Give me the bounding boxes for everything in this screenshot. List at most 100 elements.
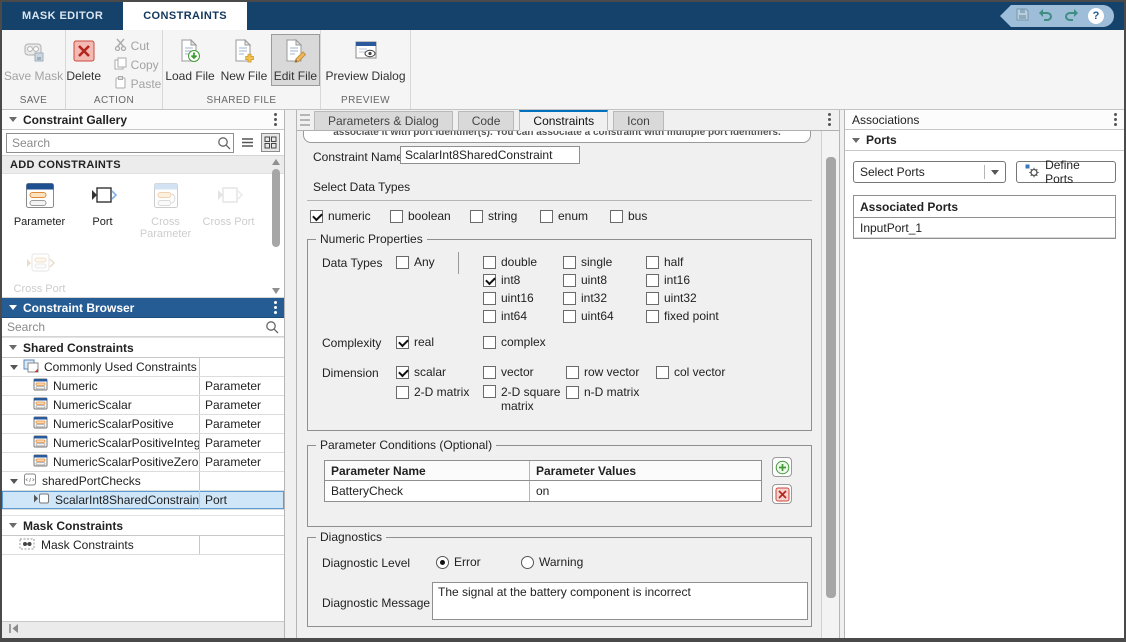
checkbox-2d-square-matrix[interactable]: 2-D square matrix xyxy=(483,385,579,413)
section-caret-icon[interactable] xyxy=(9,523,17,528)
tree-row-numeric[interactable]: Numeric Parameter xyxy=(2,377,284,396)
edit-file-button[interactable]: Edit File xyxy=(271,34,320,86)
delete-condition-button[interactable] xyxy=(772,484,792,504)
checkbox-boolean[interactable]: boolean xyxy=(390,209,451,223)
checkbox-complex[interactable]: complex xyxy=(483,335,546,349)
constraint-browser-header[interactable]: Constraint Browser xyxy=(2,298,284,318)
tab-menu-icon[interactable] xyxy=(828,113,831,126)
tree-row-numericscalarpositive[interactable]: NumericScalarPositive Parameter xyxy=(2,415,284,434)
cut-button[interactable]: Cut xyxy=(108,36,168,55)
add-condition-button[interactable] xyxy=(772,457,792,477)
new-file-button[interactable]: New File xyxy=(218,34,270,86)
checkbox-col-vector[interactable]: col vector xyxy=(656,365,725,379)
constraint-gallery-header[interactable]: Constraint Gallery xyxy=(2,110,284,130)
expand-caret-icon[interactable] xyxy=(10,365,18,370)
diagnostic-message-input[interactable]: The signal at the battery component is i… xyxy=(432,582,808,620)
tree-row-numericscalar[interactable]: NumericScalar Parameter xyxy=(2,396,284,415)
checkbox-numeric[interactable]: numeric xyxy=(310,209,371,223)
checkbox-vector[interactable]: vector xyxy=(483,365,534,379)
checkbox-int64[interactable]: int64 xyxy=(483,309,563,323)
checkbox-uint16[interactable]: uint16 xyxy=(483,291,563,305)
undo-icon[interactable] xyxy=(1038,8,1054,24)
gallery-search-input[interactable] xyxy=(6,133,234,153)
help-icon[interactable]: ? xyxy=(1088,8,1104,24)
preview-dialog-button[interactable]: Preview Dialog xyxy=(321,34,410,86)
checkbox-nd-matrix[interactable]: n-D matrix xyxy=(566,385,639,399)
collapse-caret-icon[interactable] xyxy=(9,305,17,310)
tab-icon[interactable]: Icon xyxy=(613,111,664,130)
constraint-name-input[interactable] xyxy=(400,146,580,164)
gallery-item-cross-port-2[interactable]: Cross Port xyxy=(8,249,71,295)
checkbox-string[interactable]: string xyxy=(470,209,517,223)
gallery-item-cross-port[interactable]: Cross Port xyxy=(197,182,260,241)
tab-mask-editor[interactable]: MASK EDITOR xyxy=(2,2,123,30)
gallery-scrollbar[interactable] xyxy=(270,159,282,294)
checkbox-int8[interactable]: int8 xyxy=(483,273,563,287)
checkbox-enum[interactable]: enum xyxy=(540,209,588,223)
checkbox-uint32[interactable]: uint32 xyxy=(646,291,756,305)
ports-section[interactable]: Ports xyxy=(845,130,1124,151)
checkbox-2d-matrix[interactable]: 2-D matrix xyxy=(396,385,469,399)
table-row[interactable]: BatteryCheck on xyxy=(325,481,761,501)
scroll-down-icon[interactable] xyxy=(272,288,280,294)
tree-row-sharedportchecks[interactable]: sharedPortChecks xyxy=(2,472,284,491)
radio-error[interactable]: Error xyxy=(436,555,481,569)
save-mask-button[interactable]: Save Mask xyxy=(2,34,65,86)
associated-port-row[interactable]: InputPort_1 xyxy=(854,218,1115,238)
tree-row-numericscalarpositiveinteger[interactable]: NumericScalarPositiveInteger Parameter xyxy=(2,434,284,453)
checkbox-uint64[interactable]: uint64 xyxy=(563,309,646,323)
expand-caret-icon[interactable] xyxy=(10,479,18,484)
section-caret-icon[interactable] xyxy=(9,345,17,350)
cell-parameter-values[interactable]: on xyxy=(530,481,761,501)
checkbox-bus[interactable]: bus xyxy=(610,209,647,223)
list-view-icon[interactable] xyxy=(238,133,257,152)
checkbox-any[interactable]: Any xyxy=(396,255,435,269)
tree-row-scalarint8sharedconstraint[interactable]: ScalarInt8SharedConstraint Port xyxy=(2,491,284,510)
section-caret-icon[interactable] xyxy=(852,138,860,143)
scroll-home-icon[interactable] xyxy=(8,623,20,637)
checkbox-int32[interactable]: int32 xyxy=(563,291,646,305)
checkbox-double[interactable]: double xyxy=(483,255,563,269)
delete-button[interactable]: Delete xyxy=(61,34,107,86)
checkbox-fixed-point[interactable]: fixed point xyxy=(646,309,756,323)
checkbox-int16[interactable]: int16 xyxy=(646,273,756,287)
shared-constraints-section[interactable]: Shared Constraints xyxy=(2,337,284,358)
panel-splitter[interactable] xyxy=(285,110,296,638)
select-ports-dropdown[interactable]: Select Ports xyxy=(853,161,1006,183)
define-ports-button[interactable]: Define Ports xyxy=(1016,161,1116,183)
checkbox-uint8[interactable]: uint8 xyxy=(563,273,646,287)
checkbox-scalar[interactable]: scalar xyxy=(396,365,446,379)
drag-grip-icon[interactable] xyxy=(300,114,310,126)
tree-row-numericscalarpositivezero[interactable]: NumericScalarPositiveZero Parameter xyxy=(2,453,284,472)
tab-code[interactable]: Code xyxy=(458,111,515,130)
browser-menu-icon[interactable] xyxy=(274,301,277,314)
grid-view-icon[interactable] xyxy=(261,133,280,152)
gallery-menu-icon[interactable] xyxy=(274,113,277,126)
paste-button[interactable]: Paste xyxy=(108,74,168,93)
cell-parameter-name[interactable]: BatteryCheck xyxy=(325,481,530,501)
scroll-up-icon[interactable] xyxy=(272,159,280,165)
mask-constraints-section[interactable]: Mask Constraints xyxy=(2,515,284,536)
checkbox-half[interactable]: half xyxy=(646,255,756,269)
left-horizontal-scrollbar[interactable] xyxy=(2,621,284,638)
scroll-thumb[interactable] xyxy=(826,157,836,598)
associations-menu-icon[interactable] xyxy=(1114,113,1117,126)
gallery-item-cross-parameter[interactable]: Cross Parameter xyxy=(134,182,197,241)
checkbox-row-vector[interactable]: row vector xyxy=(566,365,639,379)
checkbox-real[interactable]: real xyxy=(396,335,434,349)
tab-parameters-dialog[interactable]: Parameters & Dialog xyxy=(314,111,453,130)
radio-warning[interactable]: Warning xyxy=(521,555,583,569)
redo-icon[interactable] xyxy=(1063,8,1079,24)
gallery-item-port[interactable]: Port xyxy=(71,182,134,241)
tree-row-mask-constraints[interactable]: Mask Constraints xyxy=(2,536,284,555)
collapse-caret-icon[interactable] xyxy=(9,117,17,122)
scroll-thumb[interactable] xyxy=(272,169,280,247)
load-file-button[interactable]: Load File xyxy=(163,34,217,86)
browser-search-input[interactable] xyxy=(2,318,284,336)
checkbox-single[interactable]: single xyxy=(563,255,646,269)
tab-constraints[interactable]: CONSTRAINTS xyxy=(123,2,247,30)
tab-constraints-doc[interactable]: Constraints xyxy=(519,110,608,131)
copy-button[interactable]: Copy xyxy=(108,55,168,74)
gallery-item-parameter[interactable]: Parameter xyxy=(8,182,71,241)
tree-row-commonly-used[interactable]: Commonly Used Constraints (R... xyxy=(2,358,284,377)
